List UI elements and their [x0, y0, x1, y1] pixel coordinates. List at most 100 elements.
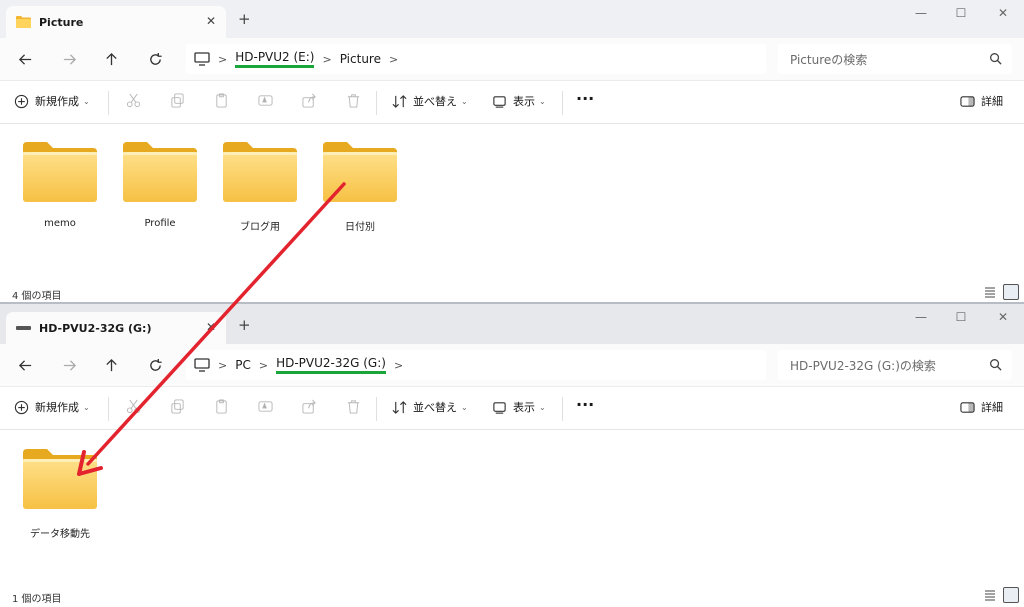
folder-icon	[16, 16, 31, 28]
arrow-up-icon	[105, 358, 117, 371]
details-pane-button[interactable]: 詳細	[960, 399, 1003, 415]
chevron-down-icon: ⌄	[461, 96, 468, 106]
search-icon	[990, 359, 1002, 371]
more-options-button[interactable]: ···	[576, 395, 594, 414]
view-button[interactable]: 表示 ⌄	[492, 399, 546, 415]
new-button[interactable]: 新規作成 ⌄	[14, 93, 90, 109]
folder-icon	[121, 140, 199, 204]
up-button[interactable]	[100, 354, 122, 376]
new-tab-icon[interactable]: +	[238, 10, 251, 28]
tab-bar: Picture ✕ + — ☐ ✕	[0, 0, 1024, 38]
breadcrumb-pc[interactable]: PC	[235, 358, 251, 372]
chevron-down-icon: ⌄	[83, 96, 90, 106]
details-view-icon[interactable]	[982, 587, 998, 603]
maximize-icon[interactable]: ☐	[946, 6, 976, 20]
breadcrumb-chevron[interactable]: >	[389, 53, 398, 66]
search-input[interactable]: Pictureの検索	[778, 44, 1012, 74]
address-bar-row: > HD-PVU2 (E:) > Picture > Pictureの検索	[0, 38, 1024, 80]
details-pane-icon	[960, 95, 975, 107]
back-button[interactable]	[14, 354, 36, 376]
file-list: データ移動先	[0, 431, 1024, 581]
share-button[interactable]	[302, 93, 323, 108]
more-options-button[interactable]: ···	[576, 89, 594, 108]
tab-picture[interactable]: Picture ✕	[6, 6, 226, 38]
status-bar: 1 個の項目	[0, 581, 1024, 607]
maximize-icon[interactable]: ☐	[946, 310, 976, 324]
minimize-icon[interactable]: —	[906, 6, 936, 20]
paste-button[interactable]	[214, 93, 235, 108]
breadcrumb-chevron[interactable]: >	[322, 53, 331, 66]
rename-button[interactable]	[258, 399, 279, 414]
refresh-icon	[149, 52, 162, 65]
address-field[interactable]: > PC > HD-PVU2-32G (G:) >	[186, 350, 766, 380]
ellipsis-icon: ···	[576, 395, 595, 414]
details-label: 詳細	[981, 401, 1003, 414]
paste-button[interactable]	[214, 399, 235, 414]
folder-icon	[221, 140, 299, 204]
tab-drive-g[interactable]: HD-PVU2-32G (G:) ✕	[6, 312, 226, 344]
trash-icon	[347, 400, 360, 414]
plus-circle-icon	[14, 400, 29, 414]
arrow-left-icon	[18, 359, 31, 371]
details-view-icon[interactable]	[982, 284, 998, 300]
sort-button-label: 並べ替え	[413, 401, 457, 414]
folder-item[interactable]: 日付別	[318, 140, 402, 233]
sort-button[interactable]: 並べ替え ⌄	[392, 93, 468, 109]
details-label: 詳細	[981, 95, 1003, 108]
breadcrumb-chevron[interactable]: >	[259, 359, 268, 372]
breadcrumb-chevron[interactable]: >	[218, 53, 227, 66]
copy-button[interactable]	[170, 93, 191, 108]
details-pane-button[interactable]: 詳細	[960, 93, 1003, 109]
new-tab-icon[interactable]: +	[238, 316, 251, 334]
cut-button[interactable]	[126, 93, 147, 108]
breadcrumb-drive-g[interactable]: HD-PVU2-32G (G:)	[276, 356, 386, 374]
close-window-icon[interactable]: ✕	[988, 6, 1018, 20]
up-button[interactable]	[100, 48, 122, 70]
forward-button[interactable]	[58, 48, 80, 70]
delete-button[interactable]	[346, 93, 367, 108]
close-tab-icon[interactable]: ✕	[206, 14, 216, 28]
sort-button[interactable]: 並べ替え ⌄	[392, 399, 468, 415]
breadcrumb-chevron[interactable]: >	[394, 359, 403, 372]
cut-button[interactable]	[126, 399, 147, 414]
breadcrumb-chevron[interactable]: >	[218, 359, 227, 372]
share-icon	[302, 399, 316, 414]
breadcrumb-picture[interactable]: Picture	[340, 52, 381, 66]
folder-name: ブログ用	[240, 222, 280, 233]
close-window-icon[interactable]: ✕	[988, 310, 1018, 324]
back-button[interactable]	[14, 48, 36, 70]
large-icons-view-icon[interactable]	[1003, 284, 1019, 300]
breadcrumb-drive-e[interactable]: HD-PVU2 (E:)	[235, 50, 315, 68]
copy-button[interactable]	[170, 399, 191, 414]
view-button[interactable]: 表示 ⌄	[492, 93, 546, 109]
share-button[interactable]	[302, 399, 323, 414]
ellipsis-icon: ···	[576, 89, 595, 108]
explorer-window-drive-g: HD-PVU2-32G (G:) ✕ + — ☐ ✕ > PC > HD-PVU…	[0, 304, 1024, 607]
search-input[interactable]: HD-PVU2-32G (G:)の検索	[778, 350, 1012, 380]
folder-item[interactable]: データ移動先	[18, 447, 102, 540]
delete-button[interactable]	[346, 399, 367, 414]
folder-item[interactable]: Profile	[118, 140, 202, 229]
refresh-button[interactable]	[144, 48, 166, 70]
folder-name: Profile	[144, 218, 176, 229]
forward-button[interactable]	[58, 354, 80, 376]
command-bar: 新規作成 ⌄ 並べ替え ⌄ 表示 ⌄ ··· 詳細	[0, 386, 1024, 430]
folder-item[interactable]: memo	[18, 140, 102, 229]
close-tab-icon[interactable]: ✕	[206, 320, 216, 334]
clipboard-icon	[216, 93, 227, 108]
refresh-button[interactable]	[144, 354, 166, 376]
large-icons-view-icon[interactable]	[1003, 587, 1019, 603]
minimize-icon[interactable]: —	[906, 310, 936, 324]
sort-button-label: 並べ替え	[413, 95, 457, 108]
rename-button[interactable]	[258, 93, 279, 108]
trash-icon	[347, 94, 360, 108]
chevron-down-icon: ⌄	[539, 96, 546, 106]
item-count: 1 個の項目	[12, 594, 62, 605]
search-placeholder: Pictureの検索	[790, 52, 868, 67]
folder-item[interactable]: ブログ用	[218, 140, 302, 233]
new-button[interactable]: 新規作成 ⌄	[14, 399, 90, 415]
folder-icon	[21, 140, 99, 204]
address-field[interactable]: > HD-PVU2 (E:) > Picture >	[186, 44, 766, 74]
details-pane-icon	[960, 401, 975, 413]
plus-circle-icon	[14, 94, 29, 108]
